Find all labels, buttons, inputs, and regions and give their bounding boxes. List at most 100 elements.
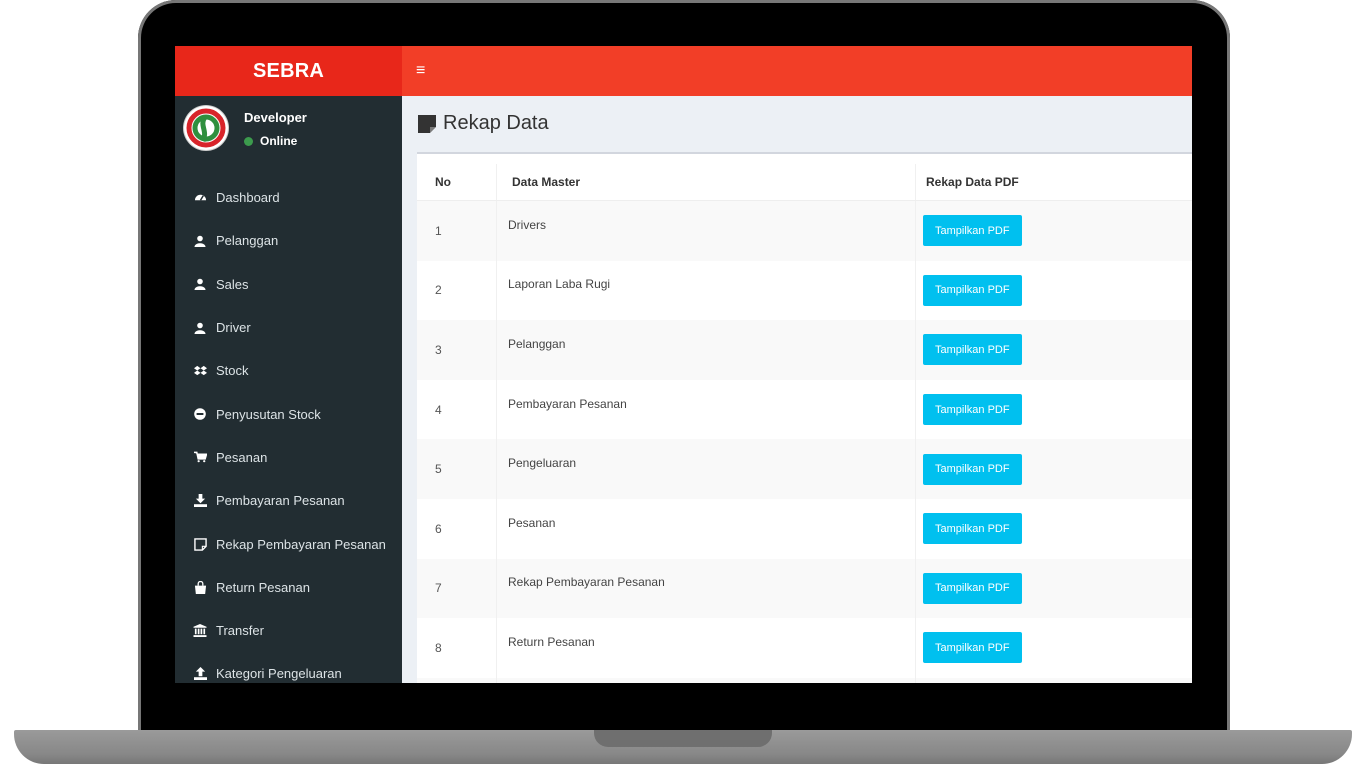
cell-no: 6 <box>435 521 442 536</box>
sidebar-item-label: Return Pesanan <box>216 579 310 595</box>
tampilkan-pdf-button[interactable]: Tampilkan PDF <box>923 632 1022 664</box>
sticky-note-title-icon <box>418 114 436 133</box>
user-panel: Developer Online <box>175 96 402 176</box>
table-row: 4 Pembayaran Pesanan Tampilkan PDF <box>417 379 1193 440</box>
sidebar-item-label: Kategori Pengeluaran <box>216 666 342 682</box>
cell-no: 5 <box>417 439 497 499</box>
sidebar-item-driver[interactable]: Driver <box>175 306 402 349</box>
cell-no: 7 <box>417 558 497 619</box>
sidebar-item-stock[interactable]: Stock <box>175 349 402 392</box>
user-icon <box>193 234 207 248</box>
download-icon <box>193 494 207 508</box>
tampilkan-pdf-button[interactable]: Tampilkan PDF <box>923 453 1022 485</box>
sidebar-item-kategori-pengeluaran[interactable]: Kategori Pengeluaran <box>175 652 402 683</box>
user-status-label: Online <box>260 134 298 148</box>
main-content: Rekap Data No Data Master Rekap Data PDF… <box>402 96 1192 683</box>
table-body: 1 Drivers Tampilkan PDF 2 Laporan Laba Rugi T… <box>417 200 1193 683</box>
online-dot-icon <box>244 136 253 146</box>
sidebar-item-label: Transfer <box>216 623 264 639</box>
user-name: Developer <box>244 110 307 125</box>
tampilkan-pdf-button[interactable]: Tampilkan PDF <box>923 513 1022 545</box>
data-box: No Data Master Rekap Data PDF 1 Drivers Ta… <box>417 152 1192 683</box>
col-header-no: No <box>417 164 497 201</box>
cart-icon <box>193 450 207 464</box>
sidebar-item-sales[interactable]: Sales <box>175 263 402 306</box>
sidebar-item-label: Pelanggan <box>216 233 279 249</box>
user-avatar <box>184 106 228 150</box>
sidebar-item-label: Stock <box>216 363 249 379</box>
cell-no: 9 <box>417 677 497 683</box>
cell-no: 4 <box>435 402 442 417</box>
upload-icon <box>193 667 207 681</box>
cell-data-master: Sales <box>496 677 916 683</box>
bank-icon <box>193 624 207 638</box>
cell-no: 3 <box>417 320 497 380</box>
cell-rekap-pdf: Tampilkan PDF <box>916 261 1193 321</box>
avatar-logo-icon <box>186 108 226 148</box>
col-header-data-master: Data Master <box>496 164 916 201</box>
brand-logo[interactable]: SEBRA <box>175 46 402 96</box>
cell-data-master: Pesanan <box>496 498 916 559</box>
sidebar-item-label: Pesanan <box>216 449 268 465</box>
user-icon <box>193 277 207 291</box>
cell-rekap-pdf: Tampilkan PDF <box>916 499 1193 559</box>
table-row: 9SalesTampilkan PDF <box>417 677 1192 683</box>
sidebar-item-label: Sales <box>216 276 249 292</box>
rekap-table: No Data Master Rekap Data PDF 1 Drivers Ta… <box>417 164 1192 683</box>
tampilkan-pdf-button[interactable]: Tampilkan PDF <box>923 394 1022 426</box>
table-row: 7 Rekap Pembayaran Pesanan Tampilkan PDF <box>417 558 1192 619</box>
tampilkan-pdf-button[interactable]: Tampilkan PDF <box>923 274 1022 306</box>
sidebar-item-pembayaran-pesanan[interactable]: Pembayaran Pesanan <box>175 479 402 522</box>
table-row: 1 Drivers Tampilkan PDF <box>417 200 1192 261</box>
sticky-note-icon <box>193 537 207 551</box>
sidebar-item-rekap-pembayaran-pesanan[interactable]: Rekap Pembayaran Pesanan <box>175 522 402 565</box>
dropbox-icon <box>193 364 207 378</box>
tampilkan-pdf-button[interactable]: Tampilkan PDF <box>923 215 1022 247</box>
cell-data-master: Laporan Laba Rugi <box>496 260 916 321</box>
cell-no: 2 <box>435 283 442 298</box>
sidebar-menu: Dashboard Pelanggan Sales Driver Stock Penyus… <box>175 176 402 683</box>
shopping-bag-icon <box>193 580 207 594</box>
top-navbar: ≡ <box>402 46 1192 96</box>
table-row: 8 Return Pesanan Tampilkan PDF <box>417 618 1192 678</box>
sidebar-item-label: Pembayaran Pesanan <box>216 493 345 509</box>
sidebar-item-return-pesanan[interactable]: Return Pesanan <box>175 566 402 609</box>
cell-data-master: Pelanggan <box>496 320 916 380</box>
sidebar-item-label: Penyusutan Stock <box>216 406 321 422</box>
sidebar-item-penyusutan-stock[interactable]: Penyusutan Stock <box>175 392 402 435</box>
cell-rekap-pdf: Tampilkan PDF <box>916 618 1193 678</box>
sidebar-toggle-icon[interactable]: ≡ <box>402 46 439 96</box>
tampilkan-pdf-button[interactable]: Tampilkan PDF <box>923 572 1022 604</box>
sidebar: Developer Online Dashboard Pelanggan Sales… <box>175 96 402 683</box>
sidebar-item-label: Driver <box>216 320 251 336</box>
table-row: 5 Pengeluaran Tampilkan PDF <box>417 439 1192 499</box>
sidebar-item-transfer[interactable]: Transfer <box>175 609 402 652</box>
cell-data-master: Rekap Pembayaran Pesanan <box>496 558 916 619</box>
dashboard-icon <box>193 191 207 205</box>
cell-data-master: Pembayaran Pesanan <box>496 379 916 440</box>
cell-data-master: Return Pesanan <box>496 618 916 678</box>
cell-rekap-pdf: Tampilkan PDF <box>915 200 1192 261</box>
cell-rekap-pdf: Tampilkan PDF <box>916 380 1193 440</box>
cell-rekap-pdf: Tampilkan PDF <box>915 439 1192 499</box>
sidebar-item-pesanan[interactable]: Pesanan <box>175 436 402 479</box>
cell-data-master: Pengeluaran <box>496 439 916 499</box>
page-header: Rekap Data <box>402 96 1192 151</box>
laptop-notch <box>594 730 772 747</box>
sidebar-item-pelanggan[interactable]: Pelanggan <box>175 219 402 262</box>
user-status: Online <box>244 134 297 148</box>
cell-no: 1 <box>417 200 497 261</box>
table-header-row: No Data Master Rekap Data PDF <box>417 164 1192 201</box>
cell-data-master: Drivers <box>496 200 916 261</box>
table-row: 6 Pesanan Tampilkan PDF <box>417 498 1193 559</box>
page-title: Rekap Data <box>443 112 549 134</box>
table-row: 2 Laporan Laba Rugi Tampilkan PDF <box>417 260 1193 321</box>
sidebar-item-label: Dashboard <box>216 190 280 206</box>
sidebar-item-label: Rekap Pembayaran Pesanan <box>216 536 386 552</box>
cell-no: 8 <box>435 640 442 655</box>
sidebar-item-dashboard[interactable]: Dashboard <box>175 176 402 219</box>
cell-rekap-pdf: Tampilkan PDF <box>915 558 1192 619</box>
cell-rekap-pdf: Tampilkan PDF <box>915 677 1192 683</box>
table-row: 3 Pelanggan Tampilkan PDF <box>417 320 1192 380</box>
tampilkan-pdf-button[interactable]: Tampilkan PDF <box>923 334 1022 366</box>
